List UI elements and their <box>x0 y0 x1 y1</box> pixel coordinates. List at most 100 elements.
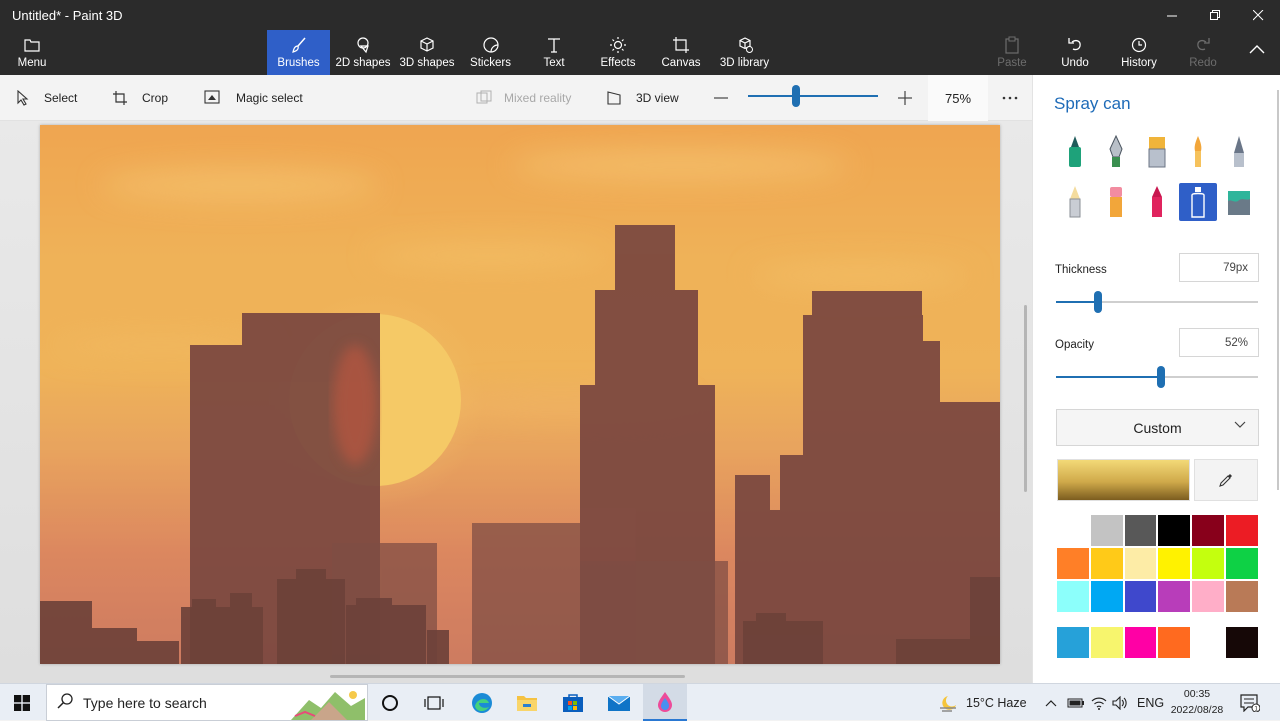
color-swatch[interactable] <box>1089 514 1124 547</box>
color-swatch[interactable] <box>1123 547 1158 580</box>
redo-button[interactable]: Redo <box>1186 30 1220 75</box>
tab-effects[interactable]: Effects <box>596 30 640 75</box>
brush-fill[interactable] <box>1220 183 1258 221</box>
brush-eraser[interactable] <box>1097 183 1135 221</box>
clock[interactable]: 00:35 2022/08/28 <box>1164 686 1230 718</box>
select-button[interactable]: Select <box>16 75 77 121</box>
tab-3d-shapes[interactable]: 3D shapes <box>398 30 456 75</box>
3d-view-button[interactable]: 3D view <box>606 75 679 121</box>
color-swatch[interactable] <box>1157 580 1192 613</box>
tab-stickers[interactable]: Stickers <box>463 30 518 75</box>
maximize-button[interactable] <box>1193 0 1237 30</box>
eyedropper-button[interactable] <box>1194 459 1258 501</box>
tab-2d-shapes[interactable]: 2D shapes <box>333 30 393 75</box>
current-color-swatch[interactable] <box>1057 459 1190 501</box>
tab-brushes[interactable]: Brushes <box>267 30 330 75</box>
thickness-slider-thumb[interactable] <box>1094 291 1102 313</box>
weather-widget[interactable]: 15°C Haze <box>938 684 1027 721</box>
clock-time: 00:35 <box>1183 688 1211 700</box>
file-explorer-taskbar-button[interactable] <box>505 684 549 721</box>
tab-canvas[interactable]: Canvas <box>659 30 703 75</box>
brush-watercolor[interactable] <box>1179 133 1217 171</box>
opacity-slider-thumb[interactable] <box>1157 366 1165 388</box>
color-swatch[interactable] <box>1089 547 1124 580</box>
zoom-slider-thumb[interactable] <box>792 85 800 107</box>
color-mode-dropdown[interactable]: Custom <box>1056 409 1259 446</box>
tab-text[interactable]: Text <box>530 30 578 75</box>
menu-button[interactable]: Menu <box>8 30 56 75</box>
taskbar-search-box[interactable]: Type here to search <box>46 684 368 721</box>
color-swatch[interactable] <box>1123 514 1158 547</box>
notifications-button[interactable]: 1 <box>1240 684 1260 721</box>
custom-color-swatch[interactable] <box>1191 626 1225 659</box>
show-hidden-icons-button[interactable] <box>1045 684 1057 721</box>
custom-color-swatch[interactable] <box>1123 626 1158 659</box>
tab-3d-library[interactable]: 3D library <box>718 30 771 75</box>
zoom-out-button[interactable] <box>713 75 729 121</box>
color-swatch[interactable] <box>1191 580 1225 613</box>
volume-tray-icon[interactable] <box>1112 684 1128 721</box>
color-swatch[interactable] <box>1191 514 1225 547</box>
task-view-icon <box>424 695 444 710</box>
magic-select-button[interactable]: Magic select <box>204 75 303 121</box>
zoom-in-button[interactable] <box>897 75 913 121</box>
custom-color-swatch[interactable] <box>1157 626 1192 659</box>
color-swatch[interactable] <box>1056 514 1090 547</box>
paint3d-window: Untitled* - Paint 3D Menu Brushes 2D sha… <box>0 0 1280 721</box>
chevron-up-icon <box>1045 699 1057 706</box>
horizontal-scrollbar[interactable] <box>330 675 685 678</box>
network-tray-icon[interactable] <box>1091 684 1107 721</box>
paint3d-taskbar-button[interactable] <box>643 684 687 721</box>
minimize-button[interactable] <box>1150 0 1194 30</box>
menu-label: Menu <box>17 57 47 69</box>
color-swatch[interactable] <box>1089 580 1124 613</box>
custom-color-swatch[interactable] <box>1224 626 1259 659</box>
panel-scrollbar[interactable] <box>1277 90 1279 490</box>
collapse-ribbon-button[interactable] <box>1242 30 1272 75</box>
drawing-canvas[interactable] <box>40 125 1000 664</box>
brush-pixel-pen[interactable] <box>1220 133 1258 171</box>
mail-taskbar-button[interactable] <box>597 684 641 721</box>
crop-button[interactable]: Crop <box>112 75 168 121</box>
language-indicator[interactable]: ENG <box>1137 684 1164 721</box>
thickness-slider[interactable] <box>1056 301 1258 303</box>
brush-pencil[interactable] <box>1056 183 1094 221</box>
custom-color-swatch[interactable] <box>1089 626 1124 659</box>
color-swatch[interactable] <box>1224 580 1259 613</box>
thickness-input[interactable]: 79px <box>1179 253 1259 282</box>
select-arrow-icon <box>16 90 30 106</box>
brush-spray-can[interactable] <box>1179 183 1217 221</box>
zoom-slider-track[interactable] <box>748 95 878 97</box>
color-swatch[interactable] <box>1157 547 1192 580</box>
task-view-button[interactable] <box>412 684 456 721</box>
more-options-button[interactable] <box>1002 75 1018 121</box>
tool-options-bar: Select Crop Magic select Mixed reality 3… <box>0 75 1032 121</box>
vertical-scrollbar[interactable] <box>1024 305 1027 492</box>
paste-button[interactable]: Paste <box>994 30 1030 75</box>
edge-taskbar-button[interactable] <box>460 684 504 721</box>
mixed-reality-button[interactable]: Mixed reality <box>476 75 571 121</box>
pencil-icon <box>1069 186 1081 218</box>
brush-calligraphy-pen[interactable] <box>1097 133 1135 171</box>
store-taskbar-button[interactable] <box>551 684 595 721</box>
color-swatch[interactable] <box>1224 514 1259 547</box>
history-button[interactable]: History <box>1118 30 1160 75</box>
color-swatch[interactable] <box>1056 547 1090 580</box>
brushes-panel: Spray can Thickness 79px Opacity 52% Cus… <box>1032 75 1280 683</box>
custom-color-swatch[interactable] <box>1056 626 1090 659</box>
brush-oil[interactable] <box>1138 133 1176 171</box>
battery-tray-icon[interactable] <box>1067 684 1085 721</box>
cortana-button[interactable] <box>368 684 412 721</box>
close-button[interactable] <box>1236 0 1280 30</box>
color-swatch[interactable] <box>1123 580 1158 613</box>
color-swatch[interactable] <box>1056 580 1090 613</box>
opacity-input[interactable]: 52% <box>1179 328 1259 357</box>
color-swatch[interactable] <box>1224 547 1259 580</box>
brush-crayon[interactable] <box>1138 183 1176 221</box>
color-swatch[interactable] <box>1157 514 1192 547</box>
zoom-level[interactable]: 75% <box>928 75 988 121</box>
brush-marker[interactable] <box>1056 133 1094 171</box>
color-swatch[interactable] <box>1191 547 1225 580</box>
undo-button[interactable]: Undo <box>1057 30 1093 75</box>
start-button[interactable] <box>0 684 44 721</box>
